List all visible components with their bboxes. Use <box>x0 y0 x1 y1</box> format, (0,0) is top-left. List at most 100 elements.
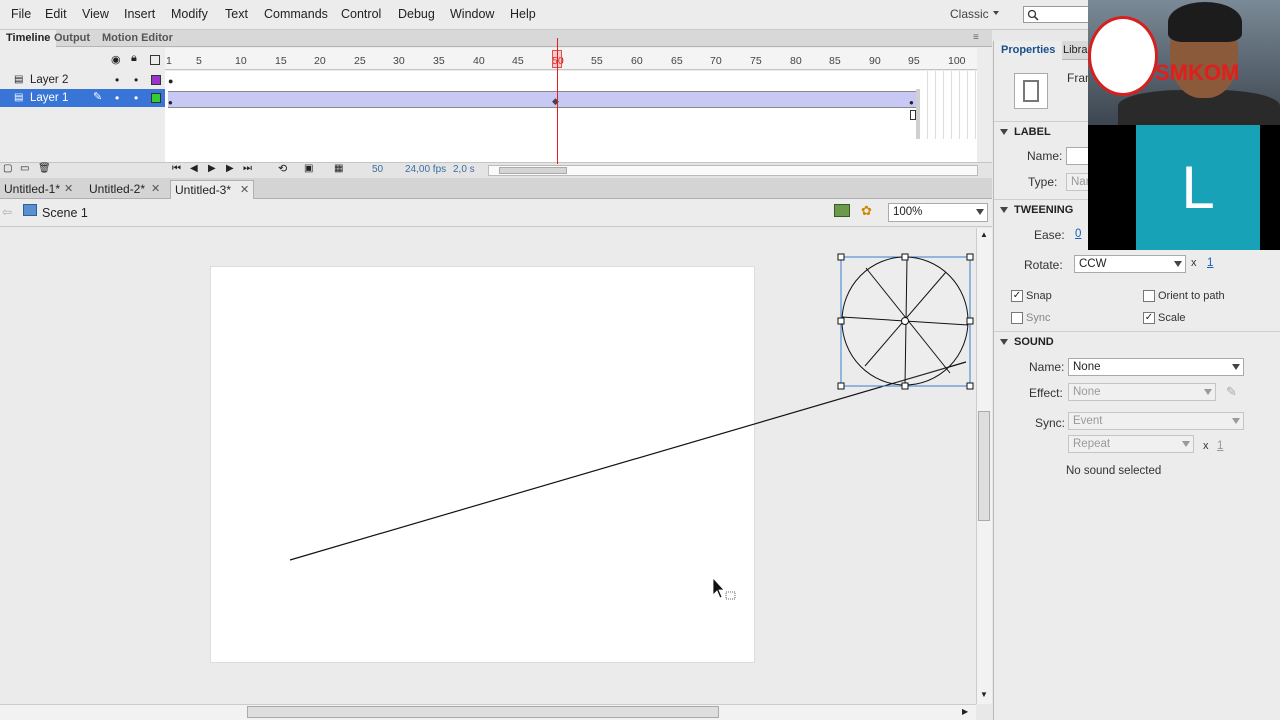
ease-value[interactable]: 0 <box>1075 228 1081 240</box>
timeline-hscrollbar[interactable] <box>488 165 978 176</box>
tab-output[interactable]: Output <box>48 30 96 47</box>
scroll-right-icon[interactable]: ▶ <box>962 707 968 716</box>
stage-vscrollbar[interactable]: ▲ ▼ <box>976 228 992 704</box>
outline-icon[interactable] <box>150 55 160 65</box>
sound-name-select[interactable]: None <box>1068 358 1244 376</box>
layer-color-swatch[interactable] <box>151 75 161 85</box>
layer-row-layer-1[interactable]: ▤ Layer 1 ✎ • • <box>0 89 165 107</box>
frame-ruler[interactable]: 1 5 10 15 20 25 30 35 40 45 50 55 60 65 … <box>165 48 977 70</box>
layer-name[interactable]: Layer 1 <box>30 92 68 104</box>
help-search-input[interactable] <box>1023 6 1093 23</box>
menu-insert[interactable]: Insert <box>124 7 155 21</box>
loop-icon[interactable]: ⟲ <box>278 162 287 175</box>
menu-control[interactable]: Control <box>341 7 381 21</box>
last-frame-icon[interactable]: ⏭︎ <box>243 163 252 174</box>
stage-vscroll-thumb[interactable] <box>978 411 990 521</box>
scroll-up-icon[interactable]: ▲ <box>980 230 988 239</box>
orient-to-path-checkbox[interactable] <box>1143 290 1155 302</box>
layer-row-layer-2[interactable]: ▤ Layer 2 • • <box>0 71 165 89</box>
motion-guide-line[interactable] <box>289 361 967 561</box>
panel-menu-icon[interactable]: ≡ <box>973 32 979 43</box>
menu-window[interactable]: Window <box>450 7 494 21</box>
resize-handle[interactable] <box>901 382 909 390</box>
stage-artwork[interactable] <box>0 228 976 704</box>
scale-checkbox[interactable]: ✓ <box>1143 312 1155 324</box>
close-icon[interactable]: ✕ <box>151 180 160 198</box>
repeat-select[interactable]: Repeat <box>1068 435 1194 453</box>
back-arrow-icon[interactable]: ⇦ <box>2 205 12 219</box>
menu-edit[interactable]: Edit <box>45 7 67 21</box>
sync-checkbox[interactable] <box>1011 312 1023 324</box>
chevron-down-icon[interactable] <box>993 11 999 15</box>
new-layer-icon[interactable]: ▢ <box>3 163 12 174</box>
effect-select[interactable]: None <box>1068 383 1216 401</box>
menu-view[interactable]: View <box>82 7 109 21</box>
onion-skin-icon[interactable]: ▣ <box>304 163 313 174</box>
scene-label[interactable]: Scene 1 <box>42 206 88 220</box>
transform-point[interactable] <box>901 317 909 325</box>
doc-tab-untitled-3[interactable]: Untitled-3* ✕ <box>170 180 254 199</box>
resize-handle[interactable] <box>966 317 974 325</box>
repeat-times-value[interactable]: 1 <box>1217 440 1223 452</box>
frames-grid[interactable] <box>165 71 977 168</box>
timeline-scroll-thumb[interactable] <box>499 167 567 174</box>
resize-handle[interactable] <box>837 317 845 325</box>
tab-properties[interactable]: Properties <box>994 41 1063 60</box>
rotate-times-value[interactable]: 1 <box>1207 257 1213 269</box>
new-folder-icon[interactable]: ▭ <box>20 163 29 174</box>
current-frame-readout[interactable]: 50 <box>372 164 383 175</box>
rotate-select[interactable]: CCW <box>1074 255 1186 273</box>
resize-handle[interactable] <box>966 382 974 390</box>
workspace-switcher[interactable]: Classic <box>950 7 989 21</box>
visibility-dot[interactable]: • <box>115 73 119 87</box>
layer-color-swatch[interactable] <box>151 93 161 103</box>
doc-tab-untitled-2[interactable]: Untitled-2* ✕ <box>85 180 169 199</box>
first-frame-icon[interactable]: ⏮︎ <box>172 163 181 174</box>
snap-checkbox[interactable]: ✓ <box>1011 290 1023 302</box>
doc-tab-untitled-1[interactable]: Untitled-1* ✕ <box>0 180 84 199</box>
empty-frames[interactable] <box>920 71 977 139</box>
menu-text[interactable]: Text <box>225 7 248 21</box>
menu-commands[interactable]: Commands <box>264 7 328 21</box>
chevron-down-icon <box>1232 364 1240 370</box>
stage-hscrollbar[interactable]: ▶ <box>0 704 976 720</box>
lock-dot[interactable]: • <box>134 91 138 105</box>
visibility-dot[interactable]: • <box>115 91 119 105</box>
time-readout[interactable]: 2,0 s <box>453 164 475 175</box>
edit-multiple-icon[interactable]: ▦ <box>334 163 343 174</box>
delete-icon[interactable]: 🗑︎ <box>38 163 51 174</box>
layer-name[interactable]: Layer 2 <box>30 74 68 86</box>
menu-modify[interactable]: Modify <box>171 7 208 21</box>
keyframe-dot[interactable]: ● <box>168 98 173 107</box>
section-sound[interactable]: SOUND <box>994 331 1280 351</box>
menu-file[interactable]: File <box>11 7 31 21</box>
wheel-symbol[interactable] <box>837 253 974 390</box>
menu-debug[interactable]: Debug <box>398 7 435 21</box>
lock-icon[interactable]: 🔒︎ <box>131 52 137 65</box>
lock-dot[interactable]: • <box>134 73 138 87</box>
edit-scene-icon[interactable] <box>834 204 850 217</box>
keyframe-dot[interactable]: ● <box>168 76 173 86</box>
menu-help[interactable]: Help <box>510 7 536 21</box>
close-icon[interactable]: ✕ <box>64 180 73 198</box>
step-forward-icon[interactable]: ▶ <box>226 163 234 174</box>
ruler-tick: 100 <box>948 55 966 67</box>
edit-pencil-icon[interactable]: ✎ <box>1226 384 1237 400</box>
zoom-select[interactable]: 100% <box>888 203 988 222</box>
edit-symbols-icon[interactable]: ✿ <box>861 203 872 219</box>
eye-icon[interactable]: ◉ <box>111 53 121 66</box>
resize-handle[interactable] <box>966 253 974 261</box>
motion-tween-span[interactable] <box>168 91 916 108</box>
step-back-icon[interactable]: ◀ <box>190 163 198 174</box>
stage-hscroll-thumb[interactable] <box>247 706 719 718</box>
resize-handle[interactable] <box>837 382 845 390</box>
resize-handle[interactable] <box>901 253 909 261</box>
tab-motion-editor[interactable]: Motion Editor <box>96 30 179 47</box>
scroll-down-icon[interactable]: ▼ <box>980 690 988 699</box>
sound-sync-select[interactable]: Event <box>1068 412 1244 430</box>
fps-readout[interactable]: 24,00 fps <box>405 164 446 175</box>
close-icon[interactable]: ✕ <box>240 181 249 199</box>
keyframe-dot[interactable]: ● <box>909 98 914 107</box>
resize-handle[interactable] <box>837 253 845 261</box>
play-icon[interactable]: ▶ <box>208 163 216 174</box>
